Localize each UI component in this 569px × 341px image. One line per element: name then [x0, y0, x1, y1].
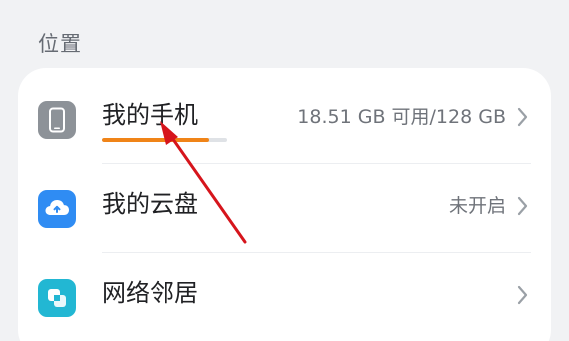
location-list-card: 我的手机 18.51 GB 可用/128 GB 我的云盘 未开启 网络邻居: [18, 68, 551, 341]
network-neighborhood-icon: [38, 279, 76, 317]
chevron-right-icon: [517, 196, 528, 216]
storage-usage-fill: [102, 138, 209, 142]
cloud-icon-glyph: [45, 200, 69, 215]
location-section-title: 位置: [38, 32, 82, 56]
cloud-status-value: 未开启: [448, 195, 506, 217]
chevron-right-icon: [517, 107, 528, 127]
location-label-my-cloud: 我的云盘: [102, 190, 198, 218]
location-label-my-phone: 我的手机: [102, 101, 198, 129]
location-row-my-cloud[interactable]: 我的云盘 未开启: [18, 164, 551, 253]
storage-usage-bar: [102, 138, 227, 142]
phone-icon-glyph: [49, 107, 65, 133]
location-screen: 位置 我的手机 18.51 GB 可用/128 GB 我的云盘 未开启 网络邻居: [0, 0, 569, 341]
location-label-network-neighborhood: 网络邻居: [102, 279, 198, 307]
chevron-right-icon: [517, 285, 528, 305]
location-row-my-phone[interactable]: 我的手机 18.51 GB 可用/128 GB: [18, 75, 551, 164]
phone-storage-value: 18.51 GB 可用/128 GB: [297, 106, 506, 128]
phone-icon: [38, 101, 76, 139]
location-row-network-neighborhood[interactable]: 网络邻居: [18, 253, 551, 341]
network-neighborhood-icon-glyph: [48, 289, 66, 307]
cloud-icon: [38, 190, 76, 228]
